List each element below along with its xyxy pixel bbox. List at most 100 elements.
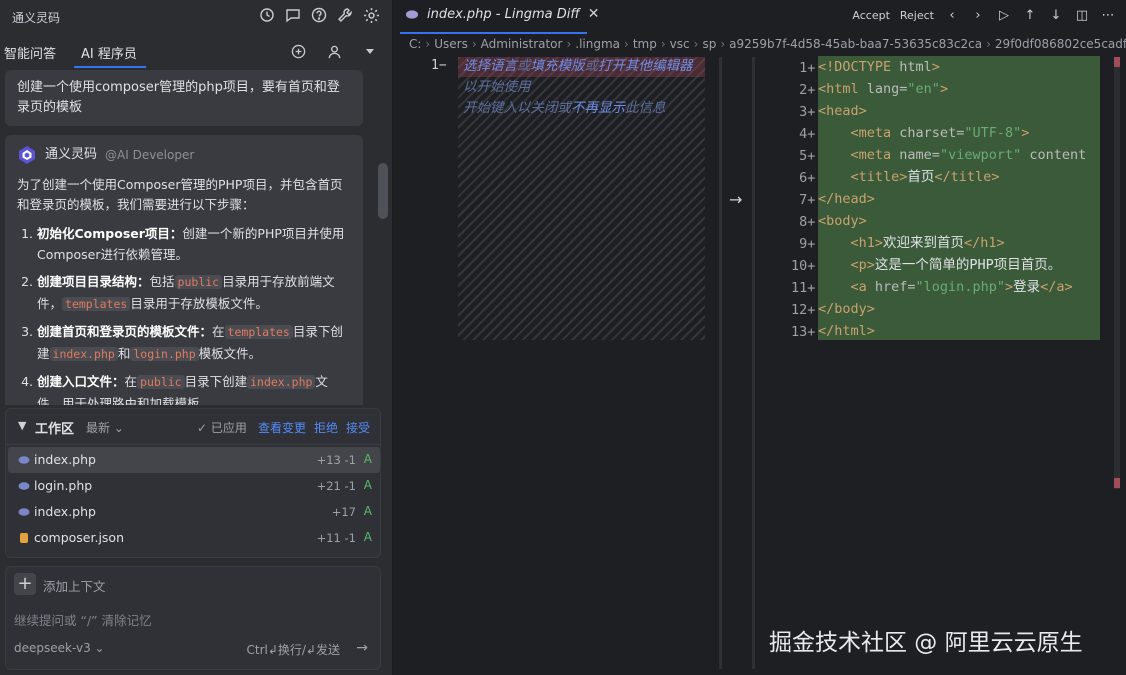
reject-button[interactable]: Reject [900, 9, 934, 22]
accept-link[interactable]: 接受 [346, 419, 370, 436]
arrow-up-icon[interactable]: ↑ [1022, 8, 1038, 23]
breadcrumb-item[interactable]: Users [434, 37, 468, 51]
line-number: 6+ [799, 170, 816, 186]
step-item: 创建入口文件：在public目录下创建index.php文件，用于处理路由和加载… [37, 371, 351, 405]
file-row[interactable]: index.php +17 A [8, 499, 380, 525]
code-line: <html lang="en"> [818, 78, 1100, 100]
panel-toolbar [258, 6, 380, 24]
step-text: 在 [212, 324, 225, 339]
sort-dropdown[interactable]: 最新 ⌄ [86, 419, 124, 436]
breadcrumb-separator: › [720, 37, 726, 51]
editor-tab[interactable]: index.php - Lingma Diff ✕ [405, 6, 599, 22]
chat-input-box[interactable]: + 添加上下文 继续提问或 “/” 清除记忆 deepseek-v3 ⌄ Ctr… [5, 566, 381, 670]
more-icon[interactable]: ⋯ [1100, 8, 1116, 23]
file-row[interactable]: login.php +21 -1 A [8, 473, 380, 499]
chevron-right-icon[interactable]: › [970, 8, 986, 23]
step-list: 初始化Composer项目：创建一个新的PHP项目并使用Composer进行依赖… [17, 223, 351, 405]
new-chat-plus-icon[interactable] [289, 42, 307, 60]
chat-scrollbar[interactable] [378, 163, 388, 219]
line-number: 12+ [791, 302, 816, 318]
hint-text: 或 [517, 58, 531, 74]
open-editor-link[interactable]: 打开其他编辑器 [598, 58, 693, 74]
send-arrow-icon[interactable]: → [356, 640, 368, 656]
step-title: 创建入口文件 [37, 374, 113, 389]
view-changes-link[interactable]: 查看变更 [258, 419, 306, 436]
line-number: 8+ [799, 214, 816, 230]
line-number: 9+ [799, 236, 816, 252]
code-token: </head> [818, 191, 875, 207]
apply-arrow-icon[interactable]: → [729, 190, 742, 209]
hint-text: 开始键入以关闭或 [463, 100, 571, 116]
reject-link[interactable]: 拒绝 [314, 419, 338, 436]
assistant-role: @AI Developer [105, 148, 195, 162]
tab-ai-programmer[interactable]: AI 程序员 [81, 43, 137, 62]
step-text: 模板文件。 [198, 346, 262, 361]
step-sep: ： [199, 324, 213, 339]
dont-show-link[interactable]: 不再显示 [571, 100, 625, 116]
breadcrumb-item[interactable]: sp [702, 37, 716, 51]
arrow-down-icon[interactable]: ↓ [1048, 8, 1064, 23]
breadcrumb-item[interactable]: tmp [633, 37, 657, 51]
help-icon[interactable] [310, 6, 328, 24]
line-number: 11+ [791, 280, 816, 296]
breadcrumb-item[interactable]: a9259b7f-4d58-45ab-baa7-53635c83c2ca [729, 37, 982, 51]
workspace-header: ▼ 工作区 最新 ⌄ ✓ 已应用 查看变更 拒绝 接受 [6, 409, 380, 445]
step-text: 包括 [149, 274, 175, 289]
step-sep: ： [137, 274, 150, 289]
code-token: <body> [818, 213, 867, 229]
pane-divider[interactable] [719, 57, 722, 669]
fill-template-link[interactable]: 填充模版 [531, 58, 585, 74]
workspace-panel: ▼ 工作区 最新 ⌄ ✓ 已应用 查看变更 拒绝 接受 index.php +1… [5, 408, 381, 558]
php-elephant-icon [18, 482, 30, 490]
inline-code: templates [224, 325, 293, 339]
wrench-icon[interactable] [336, 6, 354, 24]
file-name: index.php [34, 452, 96, 467]
play-icon[interactable]: ▷ [996, 8, 1012, 23]
code-token: "UTF-8" [964, 125, 1022, 141]
breadcrumb-item[interactable]: Administrator [481, 37, 563, 51]
split-view-icon[interactable]: ◫ [1074, 8, 1090, 23]
code-token: lang= [866, 81, 908, 97]
breadcrumb-item[interactable]: vsc [670, 37, 690, 51]
code-token: 这是一个简单的PHP项目首页。 [874, 257, 1062, 273]
file-diff-count: +11 -1 [316, 531, 356, 545]
model-name: deepseek-v3 [14, 641, 91, 655]
right-line-numbers: 1+ 2+ 3+ 4+ 5+ 6+ 7+ 8+ 9+ 10+ 11+ 12+ 13+ [791, 57, 815, 343]
add-context-plus-icon[interactable]: + [14, 573, 36, 595]
chevron-left-icon[interactable]: ‹ [944, 8, 960, 23]
dropdown-caret-icon[interactable] [361, 42, 379, 60]
modified-code[interactable]: <!DOCTYPE html> <html lang="en"> <head> <m… [818, 56, 1100, 340]
add-context-button[interactable]: 添加上下文 [43, 576, 106, 595]
breadcrumb-item[interactable]: .lingma [575, 37, 620, 51]
file-row[interactable]: index.php +13 -1 A [8, 447, 380, 473]
close-icon[interactable]: ✕ [588, 6, 600, 22]
check-circle-icon: ✓ [197, 421, 208, 435]
code-token: </a> [1040, 279, 1073, 295]
line-number: 10+ [791, 258, 816, 274]
model-selector[interactable]: deepseek-v3 ⌄ [14, 641, 105, 655]
settings-gear-icon[interactable] [362, 6, 380, 24]
line-number: 13+ [791, 324, 816, 340]
breadcrumb-item[interactable]: C: [409, 37, 421, 51]
editor-scrollbar[interactable] [1114, 57, 1120, 489]
pane-divider[interactable] [752, 57, 755, 669]
collapse-chevron-icon[interactable]: ▼ [18, 419, 26, 432]
select-language-link[interactable]: 选择语言 [463, 58, 517, 74]
file-status: A [363, 530, 372, 544]
user-icon[interactable] [325, 42, 343, 60]
file-row[interactable]: composer.json +11 -1 A [8, 525, 380, 551]
chat-input-placeholder[interactable]: 继续提问或 “/” 清除记忆 [14, 610, 152, 629]
inline-code: public [137, 375, 185, 389]
breadcrumb-separator: › [624, 37, 629, 51]
breadcrumb-item[interactable]: 29f0df086802ce5cadfa7 [995, 37, 1126, 51]
step-item: 创建项目目录结构：包括public目录用于存放前端文件，templates目录用… [37, 271, 351, 315]
tab-smart-qa[interactable]: 智能问答 [4, 43, 56, 62]
code-token: </body> [818, 301, 875, 317]
step-title: 初始化Composer项目 [37, 226, 170, 241]
breadcrumb-separator: › [660, 37, 666, 51]
accept-button[interactable]: Accept [852, 9, 890, 22]
history-icon[interactable] [258, 6, 276, 24]
feedback-icon[interactable] [284, 6, 302, 24]
line-number: 4+ [799, 126, 816, 142]
